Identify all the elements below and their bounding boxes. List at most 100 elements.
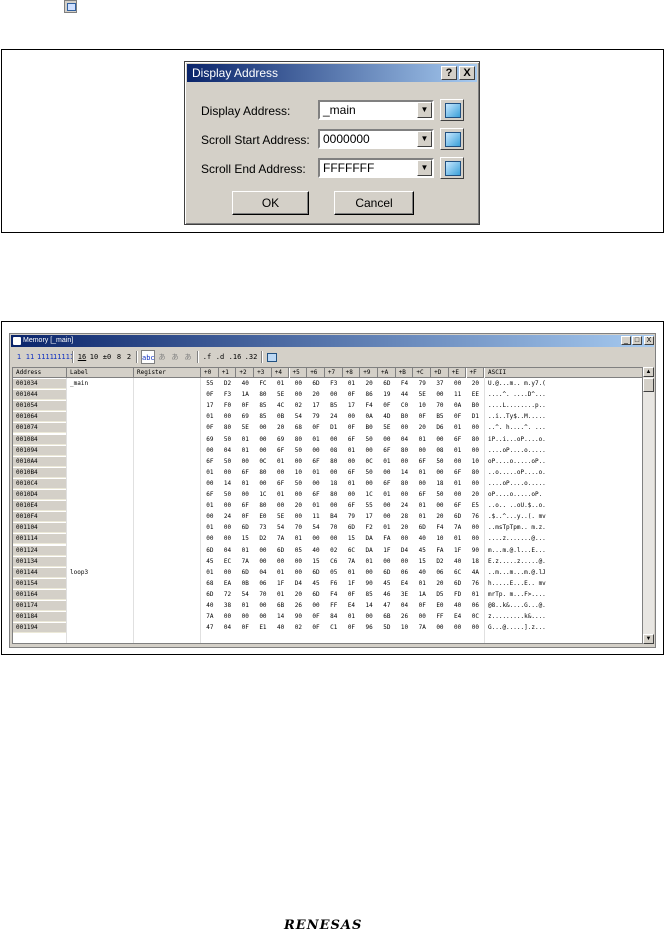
byte-cell: 6F: [312, 457, 320, 465]
minimize-button[interactable]: _: [621, 336, 631, 345]
byte-cell: 00: [471, 424, 479, 432]
byte-cell: 00: [294, 391, 302, 399]
signed-decimal-button[interactable]: ±0: [101, 350, 113, 364]
byte-cell: 47: [206, 624, 214, 632]
row-label: [67, 512, 137, 522]
byte-cell: D4: [400, 546, 409, 554]
row-ascii: ..o.. ..oU.$..o.: [488, 502, 546, 510]
row-address: 001194: [13, 623, 67, 634]
byte-cell: 00: [312, 479, 320, 487]
euc-button[interactable]: あ: [183, 350, 193, 364]
display-address-picker-button[interactable]: [440, 99, 464, 121]
scroll-up-icon[interactable]: ▲: [643, 367, 654, 377]
display-address-toolbar-icon: [64, 0, 77, 13]
hex-radix-button[interactable]: 16: [77, 350, 87, 364]
help-button[interactable]: ?: [441, 66, 457, 80]
close-window-button[interactable]: X: [644, 336, 654, 345]
row-label: [67, 579, 137, 589]
row-address: 001054: [13, 401, 67, 412]
row-register: [134, 512, 204, 522]
decimal-radix-button[interactable]: 10: [89, 350, 99, 364]
byte-cell: 5E: [241, 424, 249, 432]
byte-cell: 14: [400, 468, 409, 476]
scroll-end-picker-button[interactable]: [440, 157, 464, 179]
byte-cell: 6F: [347, 435, 356, 443]
chevron-down-icon[interactable]: ▼: [417, 102, 432, 118]
byte-cell: 5D: [383, 624, 391, 632]
byte-cell: EA: [223, 579, 232, 587]
vertical-scrollbar[interactable]: ▲ ▼: [643, 367, 654, 644]
ok-button[interactable]: OK: [232, 191, 309, 215]
sjis-button[interactable]: あ: [157, 350, 167, 364]
maximize-button[interactable]: □: [632, 336, 642, 345]
byte-cell: 01: [277, 380, 285, 387]
display-address-icon[interactable]: [266, 350, 277, 364]
byte-cell: 6D: [206, 590, 214, 598]
byte-cell: 00: [436, 502, 444, 510]
scroll-down-icon[interactable]: ▼: [643, 634, 654, 644]
byte-cell: 00: [436, 391, 444, 399]
fixed32-button[interactable]: .32: [244, 350, 258, 364]
close-button[interactable]: X: [459, 66, 475, 80]
byte-size-button[interactable]: 1: [15, 350, 23, 364]
scroll-start-picker-button[interactable]: [440, 128, 464, 150]
byte-cell: 6F: [206, 457, 214, 465]
byte-cell: 72: [223, 590, 232, 598]
row-address: 001034: [13, 379, 67, 389]
word-size-button[interactable]: 11: [25, 350, 35, 364]
byte-cell: 01: [312, 435, 320, 443]
byte-cell: 00: [294, 457, 302, 465]
pick-address-icon: [445, 103, 461, 118]
byte-cell: 47: [383, 602, 391, 609]
byte-cell: 20: [312, 391, 320, 399]
row-ascii: G...@.....].z...: [488, 624, 546, 632]
byte-cell: 70: [259, 590, 267, 598]
byte-cell: 00: [383, 435, 391, 443]
fixed16-button[interactable]: .16: [228, 350, 242, 364]
byte-cell: 1F: [383, 546, 391, 554]
row-address: 001114: [13, 534, 67, 545]
octal-radix-button[interactable]: 8: [115, 350, 123, 364]
double-button[interactable]: .d: [215, 350, 225, 364]
byte-cell: 00: [241, 491, 249, 498]
byte-cell: 79: [418, 380, 426, 387]
row-label: [67, 412, 137, 422]
chevron-down-icon[interactable]: ▼: [417, 131, 432, 147]
pick-address-icon: [445, 161, 461, 176]
row-ascii: ..^. h....^. ...: [488, 424, 546, 432]
byte-cell: 40: [277, 624, 285, 632]
byte-cell: 02: [294, 402, 302, 410]
ascii-button[interactable]: abc: [141, 350, 155, 364]
quad-size-button[interactable]: 11111: [53, 350, 74, 364]
byte-cell: 00: [312, 535, 320, 543]
byte-cell: 6F: [312, 491, 320, 498]
scroll-end-address-combo[interactable]: FFFFFFF ▼: [318, 158, 434, 178]
row-address: 001084: [13, 434, 67, 445]
row-label: [67, 557, 137, 567]
byte-cell: 54: [241, 590, 249, 598]
byte-cell: 00: [241, 457, 249, 465]
byte-cell: F4: [330, 590, 338, 598]
byte-cell: 0B: [277, 413, 285, 421]
chevron-down-icon[interactable]: ▼: [417, 160, 432, 176]
byte-cell: 20: [365, 380, 373, 387]
byte-cell: D1: [471, 413, 479, 421]
byte-cell: D5: [436, 590, 444, 598]
byte-cell: 0F: [347, 391, 356, 399]
cancel-button[interactable]: Cancel: [334, 191, 414, 215]
byte-cell: 46: [383, 590, 391, 598]
byte-cell: 50: [294, 446, 302, 454]
jis-button[interactable]: あ: [170, 350, 180, 364]
scroll-thumb[interactable]: [643, 378, 654, 392]
row-ascii: ..i..Ty$..M.....: [488, 413, 546, 421]
binary-radix-button[interactable]: 2: [125, 350, 133, 364]
byte-cell: 01: [383, 457, 391, 465]
byte-cell: 00: [330, 535, 338, 543]
long-size-button[interactable]: 1111: [37, 350, 54, 364]
display-address-combo[interactable]: _main ▼: [318, 100, 434, 120]
scroll-start-address-combo[interactable]: 0000000 ▼: [318, 129, 434, 149]
byte-cell: 01: [241, 435, 249, 443]
byte-cell: 45: [312, 579, 320, 587]
float-button[interactable]: .f: [202, 350, 212, 364]
byte-cell: 50: [365, 435, 373, 443]
